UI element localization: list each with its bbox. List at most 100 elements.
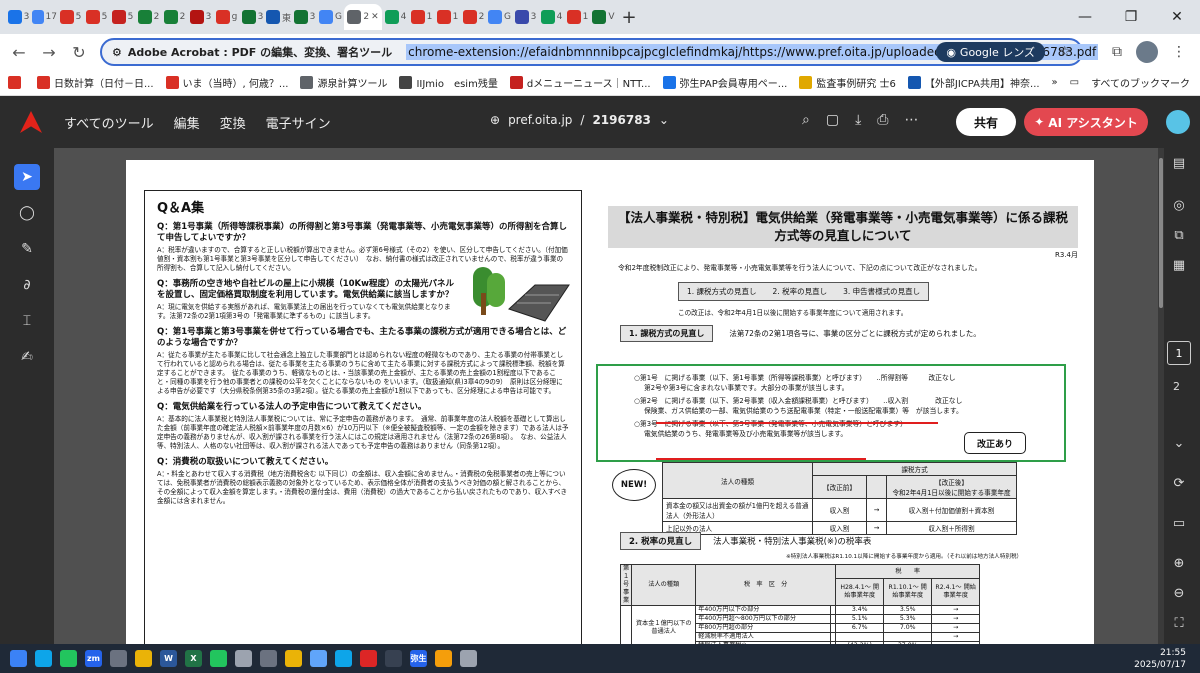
browser-tab[interactable]: 1 xyxy=(435,4,460,30)
bookmark-item[interactable]: dメニューニュース｜NTT... xyxy=(509,75,651,90)
browser-tab[interactable]: 1 xyxy=(565,4,590,30)
app-icon[interactable] xyxy=(460,650,477,667)
browser-tab[interactable]: 4 xyxy=(539,4,564,30)
address-bar[interactable]: ⚙ Adobe Acrobat : PDF の編集、変換、署名ツール chrom… xyxy=(100,38,1099,66)
bookmark-item[interactable]: IIJmio esim残量 xyxy=(399,75,498,90)
ai-assistant-button[interactable]: ✦ AI アシスタント xyxy=(1024,108,1148,136)
google-lens-button[interactable]: ◉ Google レンズ xyxy=(936,42,1045,62)
windows-icon[interactable] xyxy=(10,650,27,667)
app-icon[interactable] xyxy=(335,650,352,667)
browser-tab[interactable]: 3 xyxy=(513,4,538,30)
document-name[interactable]: ⊕ pref.oita.jp / 2196783 ⌄ xyxy=(490,113,669,127)
scroll-thumb[interactable] xyxy=(1159,158,1163,308)
browser-tab[interactable]: 1 xyxy=(409,4,434,30)
bookmark-item[interactable]: 監査事例研究 士6 xyxy=(799,75,896,90)
browser-tab[interactable]: 東 xyxy=(266,4,291,30)
attachments-icon[interactable]: ▦ xyxy=(1168,258,1190,280)
reload-icon[interactable]: ↻ xyxy=(64,43,94,62)
zoom-icon[interactable]: zm xyxy=(85,650,102,667)
acrobat-icon[interactable] xyxy=(360,650,377,667)
file-icon[interactable] xyxy=(135,650,152,667)
sign-icon[interactable]: ✍ xyxy=(14,344,40,370)
comment-icon[interactable]: ◯ xyxy=(14,200,40,226)
page-number-next[interactable]: 2 xyxy=(1173,380,1180,393)
page-number-current[interactable]: 1 xyxy=(1167,341,1191,365)
tab-close-icon[interactable]: ✕ xyxy=(371,12,379,22)
browser-tab[interactable]: 5 xyxy=(84,4,109,30)
draw-icon[interactable]: ∂ xyxy=(14,272,40,298)
scrollbar[interactable] xyxy=(1158,148,1164,644)
clock[interactable]: 21:55 2025/07/17 xyxy=(1134,647,1186,671)
restore-icon[interactable]: ❐ xyxy=(1108,0,1154,34)
select-cursor-icon[interactable]: ➤ xyxy=(14,164,40,190)
browser-tab[interactable]: 2 ✕ xyxy=(344,4,382,30)
bookmark-star-icon[interactable]: ☆ xyxy=(1058,44,1071,60)
new-tab-icon[interactable]: + xyxy=(617,7,641,28)
search-icon[interactable]: ⌕ xyxy=(802,112,810,128)
browser-tab[interactable]: 2 xyxy=(136,4,161,30)
browser-tab[interactable]: 2 xyxy=(461,4,486,30)
share-button[interactable]: 共有 xyxy=(956,108,1016,136)
chevron-down-icon[interactable]: ⌄ xyxy=(1168,436,1190,458)
bookmarks-panel-icon[interactable]: ⧉ xyxy=(1168,228,1190,250)
zoom-out-icon[interactable]: ⊖ xyxy=(1168,586,1190,608)
browser-tab[interactable]: g xyxy=(214,4,239,30)
all-bookmarks[interactable]: » ▭ すべてのブックマーク xyxy=(1052,75,1190,90)
bookmark-item[interactable]: いま（当時）, 何歳？... xyxy=(165,75,288,90)
menu-convert[interactable]: 変換 xyxy=(220,113,246,132)
bookmark-item[interactable]: 源泉計算ツール xyxy=(300,75,387,90)
browser-tab[interactable]: 3 xyxy=(188,4,213,30)
forward-icon[interactable]: → xyxy=(34,43,64,62)
comments-panel-icon[interactable]: ◎ xyxy=(1168,198,1190,220)
app-icon[interactable] xyxy=(110,650,127,667)
zoom-in-icon[interactable]: ⊕ xyxy=(1168,556,1190,578)
acrobat-logo-icon[interactable] xyxy=(20,111,42,133)
print-icon[interactable]: ⎙ xyxy=(877,112,888,128)
word-icon[interactable]: W xyxy=(160,650,177,667)
browser-tab[interactable]: 4 xyxy=(383,4,408,30)
browser-tab[interactable]: 3 xyxy=(240,4,265,30)
browser-tab[interactable]: G xyxy=(487,4,512,30)
bookmark-item[interactable]: 日数計算（日付－日... xyxy=(37,75,154,90)
menu-esign[interactable]: 電子サイン xyxy=(266,113,331,132)
app-icon[interactable] xyxy=(235,650,252,667)
minimize-icon[interactable]: — xyxy=(1062,0,1108,34)
app-icon[interactable] xyxy=(260,650,277,667)
site-info-icon[interactable]: ⚙ xyxy=(112,46,122,59)
menu-all-tools[interactable]: すべてのツール xyxy=(64,113,154,132)
app-icon[interactable] xyxy=(385,650,402,667)
extensions-icon[interactable]: ⧉ xyxy=(1112,44,1122,60)
browser-tab[interactable]: 3 xyxy=(6,4,31,30)
bookmark-item[interactable] xyxy=(8,76,25,89)
browser-tab[interactable]: 5 xyxy=(58,4,83,30)
browser-tab[interactable]: 2 xyxy=(162,4,187,30)
excel-icon[interactable]: X xyxy=(185,650,202,667)
ai-summary-icon[interactable]: ▤ xyxy=(1168,156,1190,178)
folder-icon[interactable] xyxy=(285,650,302,667)
chevron-right-icon[interactable]: » xyxy=(1052,77,1058,88)
page-view-icon[interactable]: ▢ xyxy=(826,112,839,128)
fit-page-icon[interactable]: ⛶ xyxy=(1168,616,1190,638)
bookmark-item[interactable]: 【外部JICPA共用】神奈... xyxy=(907,75,1040,90)
acrobat-profile-icon[interactable] xyxy=(1166,110,1190,134)
bookmark-item[interactable]: 弥生PAP会員専用ペー... xyxy=(662,75,787,90)
back-icon[interactable]: ← xyxy=(4,43,34,62)
app-icon[interactable] xyxy=(435,650,452,667)
avatar[interactable] xyxy=(1136,41,1158,63)
page-thumbnail-icon[interactable]: ▭ xyxy=(1168,516,1190,538)
browser-tab[interactable]: 5 xyxy=(110,4,135,30)
browser-tab[interactable]: 3 xyxy=(292,4,317,30)
rotate-icon[interactable]: ⟳ xyxy=(1168,476,1190,498)
pen-icon[interactable]: ✎ xyxy=(14,236,40,262)
download-icon[interactable]: ⤓ xyxy=(855,112,861,128)
app-icon[interactable]: 弥生 xyxy=(410,650,427,667)
browser-tab[interactable]: G xyxy=(318,4,343,30)
close-icon[interactable]: ✕ xyxy=(1154,0,1200,34)
chrome-icon[interactable] xyxy=(210,650,227,667)
browser-tab[interactable]: V xyxy=(591,4,616,30)
document-viewer[interactable]: Q＆A集 Q：第1号事業（所得等課税事業）の所得割と第3号事業（発電事業等、小売… xyxy=(54,148,1158,644)
text-select-icon[interactable]: ⌶ xyxy=(14,308,40,334)
store-icon[interactable] xyxy=(310,650,327,667)
edge-icon[interactable] xyxy=(35,650,52,667)
more-icon[interactable]: ⋯ xyxy=(904,112,918,128)
